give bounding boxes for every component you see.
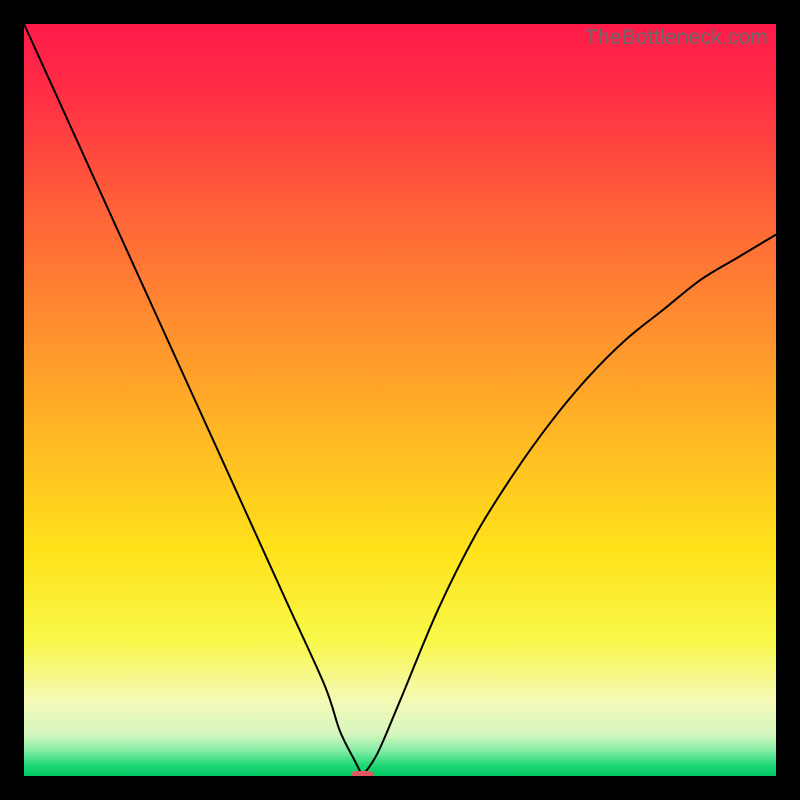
- watermark-text: TheBottleneck.com: [585, 26, 768, 50]
- gradient-bg-svg: [24, 24, 776, 776]
- gradient-rect: [24, 24, 776, 776]
- curve-right: [362, 235, 776, 776]
- chart-frame: TheBottleneck.com: [0, 0, 800, 800]
- bottleneck-marker: [351, 771, 374, 776]
- curve-left: [24, 24, 362, 776]
- plot-area: TheBottleneck.com: [24, 24, 776, 776]
